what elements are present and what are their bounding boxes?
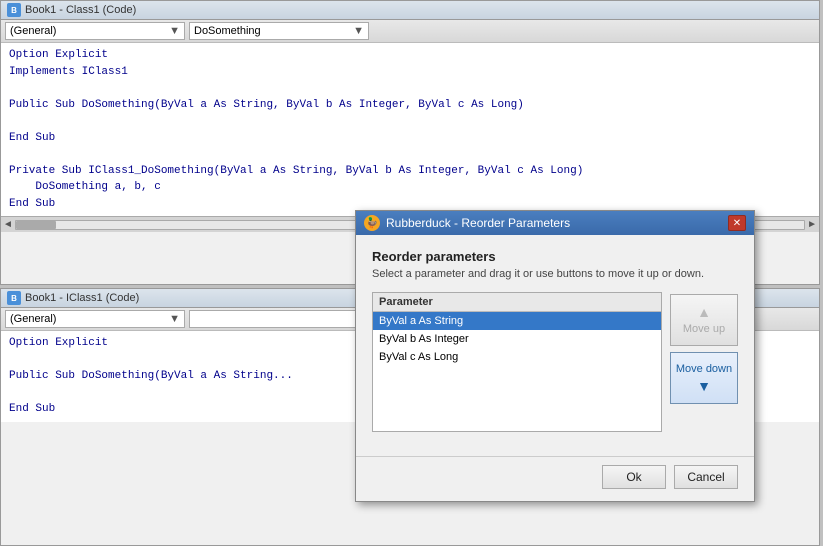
move-buttons: ▲ Move up Move down ▼: [670, 292, 738, 404]
dialog-titlebar: 🦆 Rubberduck - Reorder Parameters ✕: [356, 211, 754, 235]
modal-overlay: 🦆 Rubberduck - Reorder Parameters ✕ Reor…: [0, 0, 823, 546]
ide-container: B Book1 - Class1 (Code) (General) ▼ DoSo…: [0, 0, 823, 546]
ok-button[interactable]: Ok: [602, 465, 666, 489]
dialog-title: Rubberduck - Reorder Parameters: [386, 216, 570, 230]
move-down-label: Move down: [676, 363, 732, 375]
reorder-dialog: 🦆 Rubberduck - Reorder Parameters ✕ Reor…: [355, 210, 755, 502]
move-up-arrow: ▲: [697, 305, 711, 319]
move-down-button[interactable]: Move down ▼: [670, 352, 738, 404]
param-item-2[interactable]: ByVal c As Long: [373, 348, 661, 366]
parameter-list[interactable]: Parameter ByVal a As String ByVal b As I…: [372, 292, 662, 432]
cancel-button[interactable]: Cancel: [674, 465, 738, 489]
param-item-0[interactable]: ByVal a As String: [373, 312, 661, 330]
param-list-body: ByVal a As String ByVal b As Integer ByV…: [373, 312, 661, 392]
dialog-body: Reorder parameters Select a parameter an…: [356, 235, 754, 444]
param-item-1[interactable]: ByVal b As Integer: [373, 330, 661, 348]
duck-icon: 🦆: [364, 215, 380, 231]
dialog-subtext: Select a parameter and drag it or use bu…: [372, 268, 738, 280]
dialog-close-button[interactable]: ✕: [728, 215, 746, 231]
move-down-arrow: ▼: [697, 379, 711, 393]
move-up-button[interactable]: ▲ Move up: [670, 294, 738, 346]
dialog-main: Parameter ByVal a As String ByVal b As I…: [372, 292, 738, 432]
dialog-titlebar-left: 🦆 Rubberduck - Reorder Parameters: [364, 215, 570, 231]
dialog-heading: Reorder parameters: [372, 249, 738, 264]
move-up-label: Move up: [683, 323, 725, 335]
param-list-header: Parameter: [373, 293, 661, 312]
dialog-footer: Ok Cancel: [356, 456, 754, 501]
